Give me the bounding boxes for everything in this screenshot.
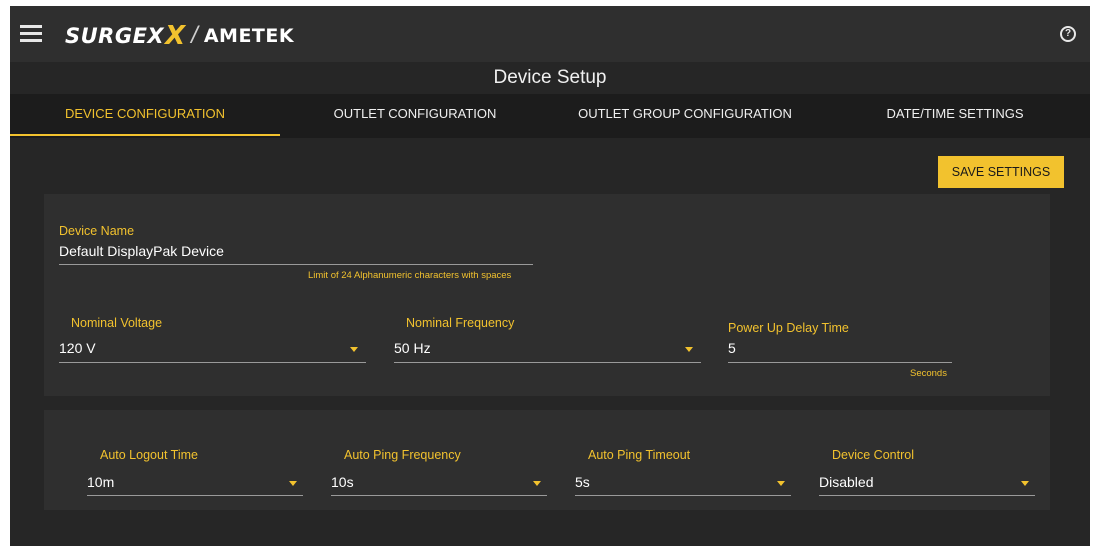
auto-ping-timeout-label: Auto Ping Timeout [588, 448, 691, 462]
device-name-value[interactable]: Default DisplayPak Device [59, 243, 224, 259]
nominal-voltage-label: Nominal Voltage [71, 316, 163, 330]
logo-slash: / [191, 22, 198, 49]
page-title: Device Setup [493, 67, 607, 88]
save-settings-button[interactable]: SAVE SETTINGS [938, 156, 1064, 188]
device-settings-card: Device Name Default DisplayPak Device Li… [44, 194, 1050, 396]
nominal-frequency-value[interactable]: 50 Hz [394, 340, 431, 356]
tab-outlet-configuration[interactable]: OUTLET CONFIGURATION [280, 94, 550, 138]
caret-down-icon[interactable] [533, 481, 541, 486]
device-control-label: Device Control [832, 448, 914, 462]
session-settings-card: Auto Logout Time 10m Auto Ping Frequency… [44, 410, 1050, 510]
caret-down-icon[interactable] [350, 347, 358, 352]
device-control-underline [819, 495, 1035, 496]
nominal-frequency-underline [394, 362, 701, 363]
tab-date-time-settings[interactable]: DATE/TIME SETTINGS [820, 94, 1090, 138]
device-name-hint: Limit of 24 Alphanumeric characters with… [308, 270, 512, 281]
help-circle-icon[interactable]: ? [1060, 26, 1076, 42]
power-up-delay-value[interactable]: 5 [728, 340, 736, 356]
device-control-value[interactable]: Disabled [819, 474, 873, 490]
auto-ping-frequency-value[interactable]: 10s [331, 474, 354, 490]
nominal-frequency-label: Nominal Frequency [406, 316, 515, 330]
auto-ping-frequency-label: Auto Ping Frequency [344, 448, 461, 462]
auto-ping-timeout-value[interactable]: 5s [575, 474, 590, 490]
logo-ametek-text: AMETEK [203, 25, 295, 47]
device-name-underline [59, 264, 533, 265]
auto-ping-frequency-underline [331, 495, 547, 496]
auto-logout-label: Auto Logout Time [100, 448, 198, 462]
auto-ping-timeout-underline [575, 495, 791, 496]
tab-device-configuration[interactable]: DEVICE CONFIGURATION [10, 94, 280, 138]
caret-down-icon[interactable] [777, 481, 785, 486]
top-app-bar: SURGEX X / AMETEK ? [10, 6, 1090, 62]
nominal-voltage-underline [59, 362, 366, 363]
tab-bar: DEVICE CONFIGURATION OUTLET CONFIGURATIO… [10, 94, 1090, 138]
power-up-delay-underline [728, 362, 952, 363]
caret-down-icon[interactable] [1021, 481, 1029, 486]
power-up-delay-unit: Seconds [910, 368, 947, 379]
auto-logout-value[interactable]: 10m [87, 474, 114, 490]
app-window: SURGEX X / AMETEK ? Device Setup DEVICE … [10, 6, 1090, 546]
surgex-ametek-logo: SURGEX X / AMETEK [65, 21, 294, 51]
hamburger-menu-icon[interactable] [20, 25, 42, 42]
tab-outlet-group-configuration[interactable]: OUTLET GROUP CONFIGURATION [550, 94, 820, 138]
device-name-label: Device Name [59, 224, 135, 238]
caret-down-icon[interactable] [685, 347, 693, 352]
caret-down-icon[interactable] [289, 481, 297, 486]
logo-x-mark: X [165, 21, 186, 51]
logo-surgex-text: SURGEX [65, 24, 165, 48]
auto-logout-underline [87, 495, 303, 496]
nominal-voltage-value[interactable]: 120 V [59, 340, 96, 356]
power-up-delay-label: Power Up Delay Time [728, 321, 849, 335]
